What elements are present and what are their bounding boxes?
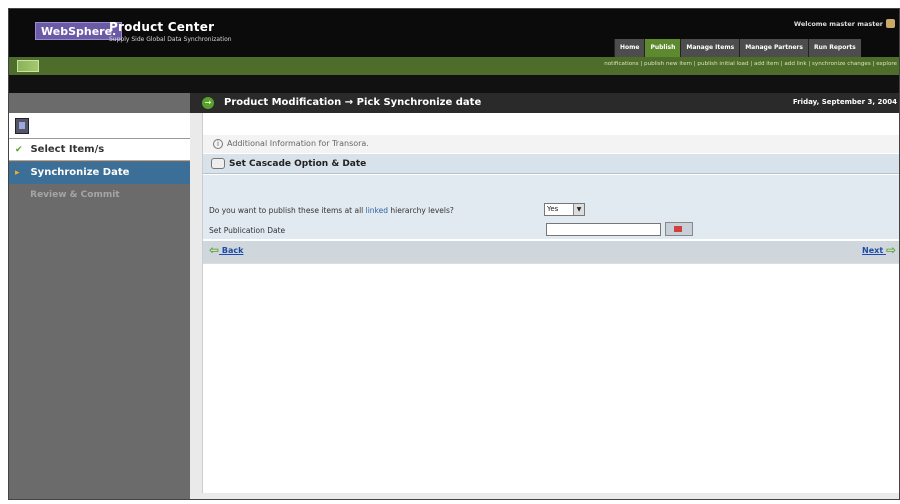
cascade-select[interactable]: Yes ▼ [544, 203, 585, 216]
step-label: Synchronize Date [30, 167, 130, 178]
product-subtitle: Supply Side Global Data Synchronization [109, 36, 232, 43]
content-blank-area [203, 263, 899, 493]
product-title: Product Center [109, 20, 215, 34]
arrow-right-icon: ⇨ [885, 243, 896, 257]
cascade-question: Do you want to publish these items at al… [209, 206, 454, 215]
sub-navigation-bar: notifications | publish new item | publi… [9, 57, 899, 75]
chevron-down-icon[interactable]: ▼ [573, 204, 584, 215]
gdsn-logo-icon [17, 60, 39, 72]
tab-manage-items[interactable]: Manage Items [680, 39, 740, 57]
header: WebSphere. Product Center Supply Side Gl… [9, 9, 899, 57]
question-suffix: hierarchy levels? [388, 206, 454, 215]
wizard-step-review-commit: Review & Commit [9, 185, 190, 205]
cascade-select-value: Yes [547, 205, 559, 213]
page-title: Product Modification → Pick Synchronize … [224, 97, 482, 108]
tab-manage-partners[interactable]: Manage Partners [739, 39, 808, 57]
checkmark-icon: ✔ [15, 145, 23, 155]
hand-pointer-icon [211, 158, 225, 169]
publication-date-input[interactable] [546, 223, 661, 236]
info-icon: i [213, 139, 223, 149]
wizard-nav-bar: ⇦ Back Next ⇨ [203, 241, 899, 263]
top-nav-tabs: Home Publish Manage Items Manage Partner… [614, 39, 861, 57]
title-strip [9, 75, 899, 93]
sub-nav-links[interactable]: notifications | publish new item | publi… [604, 61, 897, 67]
step-label: Select Item/s [30, 144, 105, 155]
question-prefix: Do you want to publish these items at al… [209, 206, 366, 215]
page-date: Friday, September 3, 2004 [792, 98, 897, 106]
arrow-left-icon: ⇦ [209, 243, 220, 257]
tab-publish[interactable]: Publish [644, 39, 681, 57]
section-header: Set Cascade Option & Date [203, 154, 899, 174]
wizard-step-select-items[interactable]: ✔ Select Item/s [9, 139, 190, 161]
wizard-step-synchronize-date[interactable]: ▸ Synchronize Date [9, 162, 190, 184]
main-panel: → Product Modification → Pick Synchroniz… [190, 93, 899, 499]
welcome-label: Welcome master master [793, 20, 883, 28]
step-label: Review & Commit [30, 190, 120, 200]
tab-home[interactable]: Home [614, 39, 645, 57]
info-message: i Additional Information for Transora. [203, 135, 899, 153]
tab-run-reports[interactable]: Run Reports [807, 39, 861, 57]
content-area: i Additional Information for Transora. Se… [202, 113, 899, 493]
sidebar-header [9, 93, 190, 113]
next-button[interactable]: Next ⇨ [862, 243, 896, 257]
welcome-text: Welcome master master [794, 19, 895, 28]
current-step-arrow-icon: ▸ [15, 168, 20, 178]
calendar-icon[interactable] [665, 222, 693, 236]
document-icon [15, 118, 29, 134]
back-button[interactable]: ⇦ Back [209, 243, 244, 257]
section-title: Set Cascade Option & Date [229, 159, 367, 169]
page-title-bar: → Product Modification → Pick Synchroniz… [190, 93, 899, 113]
back-label: Back [221, 246, 244, 255]
linked-link[interactable]: linked [366, 206, 388, 215]
app-window: WebSphere. Product Center Supply Side Gl… [8, 8, 900, 500]
wizard-sidebar: ✔ Select Item/s ▸ Synchronize Date Revie… [9, 93, 190, 499]
user-icon[interactable] [886, 19, 895, 28]
info-text: Additional Information for Transora. [227, 139, 369, 148]
cascade-form: Do you want to publish these items at al… [203, 175, 899, 239]
arrow-circle-icon: → [202, 97, 214, 109]
publication-date-label: Set Publication Date [209, 226, 286, 235]
sidebar-icon-row [9, 113, 190, 139]
next-label: Next [862, 246, 884, 255]
